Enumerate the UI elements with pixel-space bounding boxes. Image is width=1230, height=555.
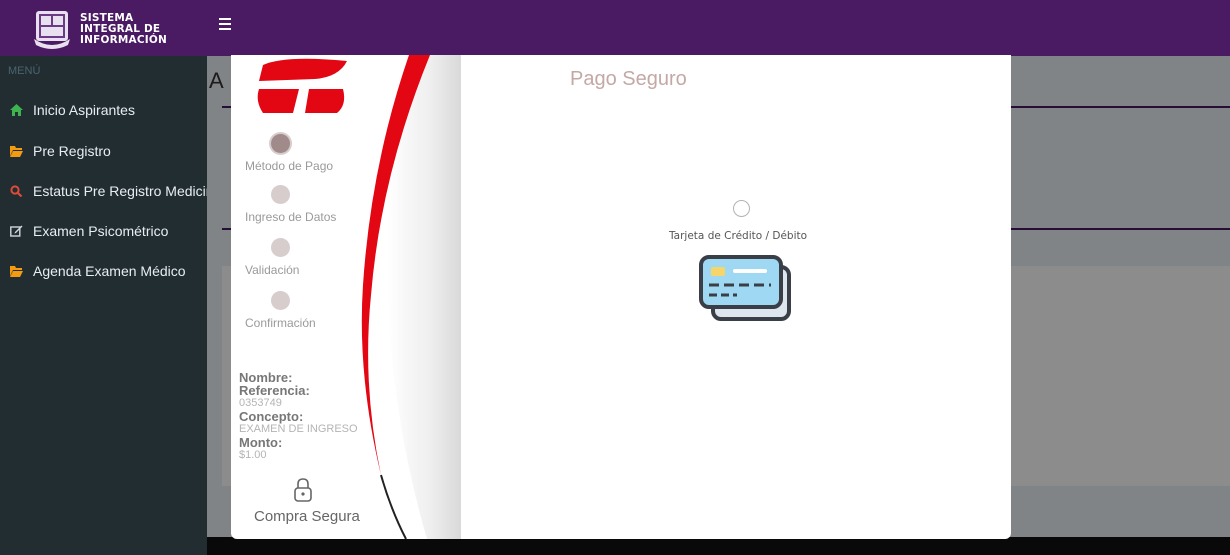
top-navbar: SISTEMA INTEGRAL DE INFORMACIÓN [0,0,1230,56]
decorative-curve [361,55,461,539]
payment-modal: Método de Pago Ingreso de Datos Validaci… [231,55,1011,539]
payment-method-radio[interactable] [733,200,750,217]
folder-open-icon [10,146,23,157]
hamburger-icon [219,18,231,20]
referencia-label: Referencia: [239,383,310,398]
sidebar-menu-header: MENÚ [8,65,41,77]
sidebar-toggle-button[interactable] [219,18,231,32]
step-label: Ingreso de Datos [245,210,337,224]
step-indicator [271,185,290,204]
sidebar-item-label: Agenda Examen Médico [33,263,186,279]
monto-value: $1.00 [239,449,267,461]
search-icon [10,185,23,197]
step-indicator [271,291,290,310]
step-indicator [271,238,290,257]
credit-card-icon[interactable] [699,255,793,323]
payment-summary: Nombre: Referencia: 0353749 Concepto: EX… [239,371,379,462]
payment-method-label[interactable]: Tarjeta de Crédito / Débito [669,230,807,242]
sidebar-item-label: Examen Psicométrico [33,223,169,239]
folder-open-icon [10,266,23,277]
sidebar-item-label: Inicio Aspirantes [33,102,135,118]
sidebar-item-estatus-pre-registro-medicina[interactable]: Estatus Pre Registro Medicina [0,173,207,209]
sidebar-item-label: Estatus Pre Registro Medicina [33,183,207,199]
sidebar-item-label: Pre Registro [33,143,111,159]
lock-icon [294,478,312,502]
modal-title: Pago Seguro [570,68,687,90]
step-indicator [271,134,290,153]
brand-line-3: INFORMACIÓN [80,34,167,46]
app-brand[interactable]: SISTEMA INTEGRAL DE INFORMACIÓN [80,13,167,46]
sidebar-item-agenda-examen-medico[interactable]: Agenda Examen Médico [0,253,207,289]
bank-logo [257,58,347,113]
home-icon [10,104,23,116]
university-crest-icon [34,11,70,49]
step-label: Validación [245,263,300,277]
secure-purchase-label: Compra Segura [254,508,360,525]
concepto-label: Concepto: [239,409,304,424]
step-label: Método de Pago [245,159,334,173]
sidebar-item-examen-psicometrico[interactable]: Examen Psicométrico [0,213,207,249]
step-label: Confirmación [245,316,316,330]
monto-label: Monto: [239,435,283,450]
sidebar-item-pre-registro[interactable]: Pre Registro [0,133,207,169]
edit-icon [10,225,23,237]
sidebar: MENÚ Inicio Aspirantes Pre Registro Esta… [0,56,207,555]
sidebar-item-inicio-aspirantes[interactable]: Inicio Aspirantes [0,92,207,128]
